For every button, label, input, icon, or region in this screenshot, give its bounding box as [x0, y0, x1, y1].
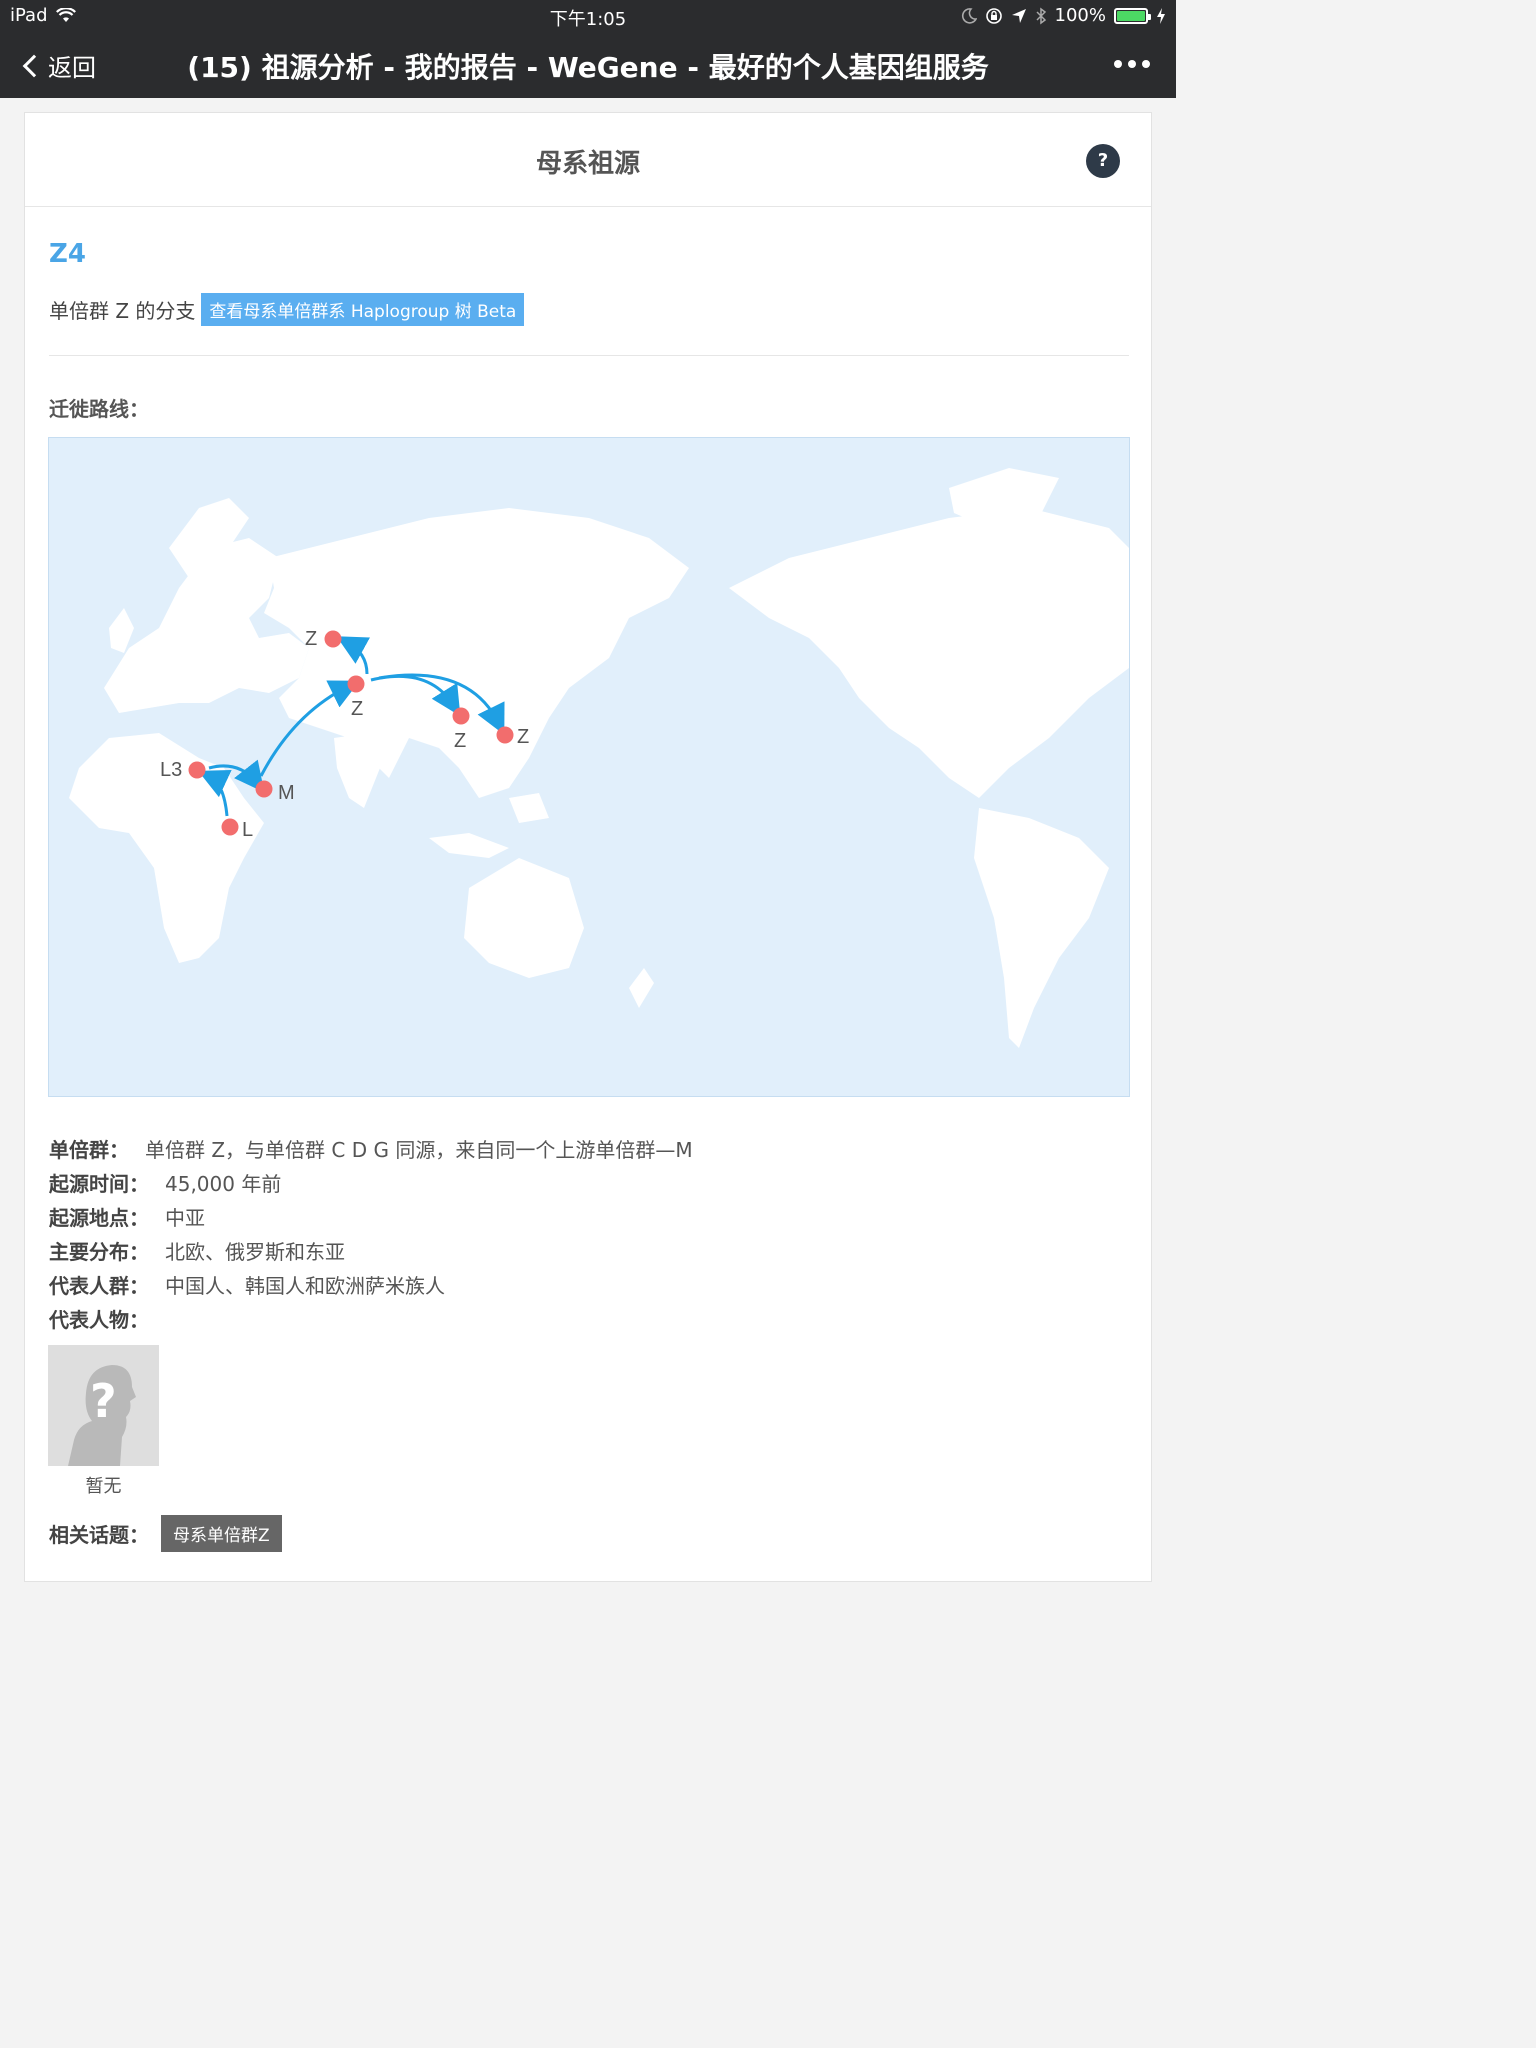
info-row-distribution: 主要分布： 北欧、俄罗斯和东亚	[49, 1233, 693, 1267]
point-l3	[188, 761, 206, 779]
person-caption: 暂无	[85, 1476, 122, 1497]
info-key: 单倍群：	[49, 1137, 129, 1162]
branch-text: 单倍群 Z 的分支	[49, 299, 196, 323]
help-button[interactable]: ?	[1086, 144, 1120, 178]
australia	[464, 858, 584, 978]
battery-percent: 100%	[1054, 5, 1106, 26]
migration-route-label: 迁徙路线：	[49, 397, 149, 421]
chevron-left-icon	[22, 54, 46, 77]
label-m: M	[278, 782, 295, 804]
back-button[interactable]: 返回	[20, 48, 96, 83]
label-z-central: Z	[351, 698, 363, 720]
new-zealand	[629, 968, 654, 1008]
haplogroup-tree-link[interactable]: 查看母系单倍群系 Haplogroup 树 Beta	[201, 293, 525, 326]
point-z-japan	[496, 726, 514, 744]
page-title: (15) 祖源分析 - 我的报告 - WeGene - 最好的个人基因组服务	[187, 51, 989, 84]
info-row-figures: 代表人物：	[49, 1301, 693, 1335]
branch-row: 单倍群 Z 的分支 查看母系单倍群系 Haplogroup 树 Beta	[49, 293, 525, 326]
info-value: 中国人、韩国人和欧洲萨米族人	[165, 1273, 445, 1298]
continents	[69, 468, 1129, 1048]
topic-tag[interactable]: 母系单倍群Z	[161, 1515, 282, 1552]
info-value: 中亚	[165, 1205, 205, 1230]
info-value: 北欧、俄罗斯和东亚	[165, 1239, 345, 1264]
southeast-asia-islands	[429, 793, 549, 858]
migration-map: L L3 M Z Z Z Z	[48, 437, 1130, 1097]
label-l: L	[242, 819, 253, 841]
unknown-person-icon: ?	[48, 1345, 159, 1466]
divider	[49, 355, 1129, 356]
more-menu-button[interactable]	[1114, 60, 1150, 68]
label-l3: L3	[160, 759, 182, 781]
info-row-haplogroup: 单倍群： 单倍群 Z，与单倍群 C D G 同源，来自同一个上游单倍群—M	[49, 1131, 693, 1165]
info-key: 起源时间：	[49, 1171, 149, 1196]
info-row-origin-place: 起源地点： 中亚	[49, 1199, 693, 1233]
point-z-china	[452, 707, 470, 725]
label-z-north: Z	[305, 628, 317, 650]
charging-icon	[1157, 7, 1165, 24]
location-icon	[1011, 8, 1026, 23]
point-l	[221, 818, 239, 836]
info-value: 单倍群 Z，与单倍群 C D G 同源，来自同一个上游单倍群—M	[145, 1137, 693, 1162]
haplogroup-name: Z4	[49, 239, 86, 269]
point-m	[255, 780, 273, 798]
svg-text:?: ?	[90, 1374, 117, 1428]
world-map: L L3 M Z Z Z Z	[69, 468, 1129, 1048]
card-header: 母系祖源 ?	[25, 113, 1151, 207]
maternal-ancestry-card: 母系祖源 ? Z4 单倍群 Z 的分支 查看母系单倍群系 Haplogroup …	[24, 112, 1152, 1582]
navigation-bar: 返回 (15) 祖源分析 - 我的报告 - WeGene - 最好的个人基因组服…	[0, 32, 1176, 98]
info-key: 主要分布：	[49, 1239, 149, 1264]
info-value: 45,000 年前	[165, 1171, 282, 1196]
info-key: 起源地点：	[49, 1205, 149, 1230]
more-dots-icon	[1114, 60, 1122, 68]
back-label: 返回	[48, 54, 96, 82]
topics-label: 相关话题：	[49, 1523, 149, 1547]
bluetooth-icon	[1036, 7, 1046, 24]
info-row-origin-time: 起源时间： 45,000 年前	[49, 1165, 693, 1199]
status-bar: iPad 下午1:05 100%	[0, 0, 1176, 32]
south-america	[974, 808, 1109, 1048]
info-key: 代表人物：	[49, 1307, 149, 1332]
asia	[264, 508, 689, 798]
north-america	[729, 508, 1129, 798]
britain	[109, 608, 134, 653]
representative-person: ? 暂无	[48, 1345, 159, 1498]
info-row-population: 代表人群： 中国人、韩国人和欧洲萨米族人	[49, 1267, 693, 1301]
point-z-north	[324, 630, 342, 648]
label-z-china: Z	[454, 730, 466, 752]
haplogroup-info: 单倍群： 单倍群 Z，与单倍群 C D G 同源，来自同一个上游单倍群—M 起源…	[49, 1131, 693, 1335]
point-z-central	[347, 675, 365, 693]
card-title: 母系祖源	[535, 149, 640, 179]
battery-icon	[1114, 7, 1151, 24]
moon-icon	[961, 7, 977, 24]
rotation-lock-icon	[985, 7, 1002, 24]
info-key: 代表人群：	[49, 1273, 149, 1298]
label-z-japan: Z	[517, 726, 529, 748]
related-topics: 相关话题： 母系单倍群Z	[49, 1515, 282, 1552]
